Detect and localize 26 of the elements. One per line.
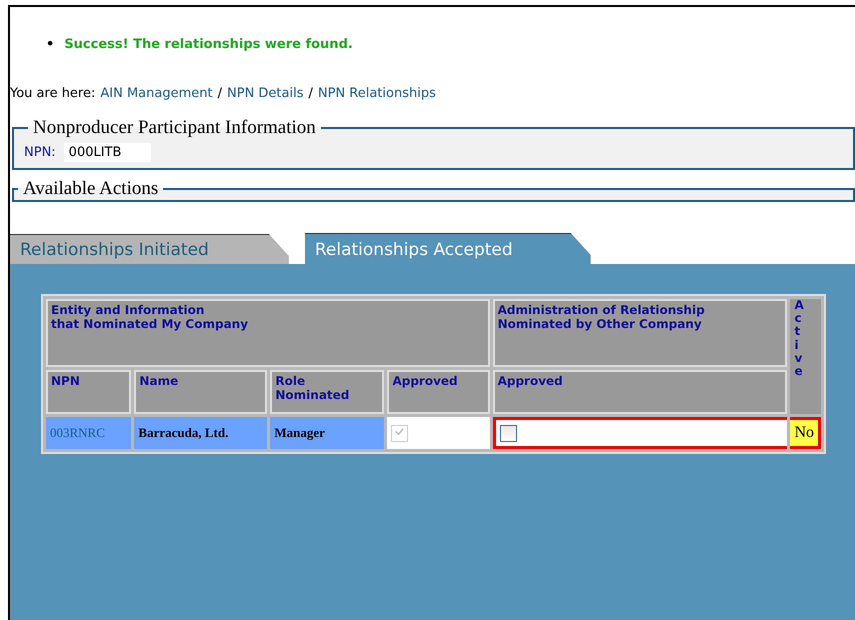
table-cell: Barracuda, Ltd. — [134, 417, 268, 449]
table-cell: 003RNRC — [46, 417, 132, 449]
table-cell: Manager — [270, 417, 384, 449]
column-header: Approved — [387, 370, 490, 414]
column-group-header: Administration of Relationship Nominated by Other Company — [492, 299, 788, 367]
breadcrumb-link[interactable]: NPN Details — [227, 86, 304, 101]
column-header: Approved — [492, 370, 788, 414]
bullet: • — [46, 37, 54, 53]
column-header: NPN — [46, 370, 132, 414]
column-header: Role Nominated — [270, 370, 384, 414]
panel-title: Available Actions — [22, 178, 160, 200]
breadcrumb-separator: / — [308, 86, 313, 101]
breadcrumb-link[interactable]: AIN Management — [100, 86, 213, 101]
npn-value: 000LITB — [64, 143, 152, 162]
npn-label: NPN: — [24, 145, 56, 160]
breadcrumb-link[interactable]: NPN Relationships — [318, 86, 436, 101]
column-header: Name — [134, 370, 268, 414]
breadcrumb-label: You are here: — [10, 86, 96, 101]
status-cell: No — [790, 417, 821, 449]
column-group-header: Entity and Information that Nominated My Company — [46, 299, 490, 367]
check-icon — [394, 426, 406, 436]
panel-title: Nonproducer Participant Information — [32, 117, 317, 139]
column-header: Active — [794, 299, 803, 378]
breadcrumb-separator: / — [218, 86, 222, 101]
success-message: Success! The relationships were found. — [64, 37, 353, 53]
checkbox[interactable] — [500, 424, 517, 442]
